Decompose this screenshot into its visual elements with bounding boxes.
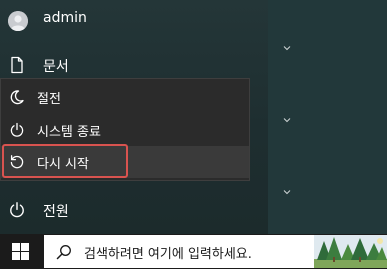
chevron-down-icon[interactable] (283, 188, 291, 196)
power-label: 전원 (43, 204, 69, 220)
power-options-menu: 절전 시스템 종료 다시 시작 (0, 78, 250, 181)
power-button[interactable]: 전원 (0, 193, 250, 227)
power-icon (8, 201, 26, 219)
user-avatar-icon (8, 11, 28, 31)
sleep-label: 절전 (37, 92, 61, 107)
taskbar: 검색하려면 여기에 입력하세요. (0, 234, 387, 269)
shutdown-label: 시스템 종료 (37, 125, 101, 140)
document-icon (8, 56, 26, 74)
start-button[interactable] (0, 234, 44, 269)
user-name: admin (43, 10, 87, 26)
windows-logo-icon (12, 243, 29, 260)
user-account-button[interactable]: admin (0, 2, 250, 36)
search-placeholder: 검색하려면 여기에 입력하세요. (84, 247, 252, 262)
chevron-down-icon[interactable] (283, 44, 291, 52)
documents-label: 문서 (43, 59, 69, 75)
restart-label: 다시 시작 (37, 157, 89, 172)
restart-menu-item[interactable]: 다시 시작 (1, 146, 249, 178)
sleep-menu-item[interactable]: 절전 (1, 81, 249, 113)
restart-icon (9, 154, 25, 170)
power-icon (9, 122, 25, 138)
chevron-down-icon[interactable] (283, 116, 291, 124)
search-icon (56, 244, 72, 260)
shutdown-menu-item[interactable]: 시스템 종료 (1, 114, 249, 146)
search-highlight-illustration (314, 235, 387, 268)
search-input[interactable]: 검색하려면 여기에 입력하세요. (44, 235, 387, 268)
documents-button[interactable]: 문서 (0, 48, 250, 82)
moon-icon (9, 89, 25, 105)
